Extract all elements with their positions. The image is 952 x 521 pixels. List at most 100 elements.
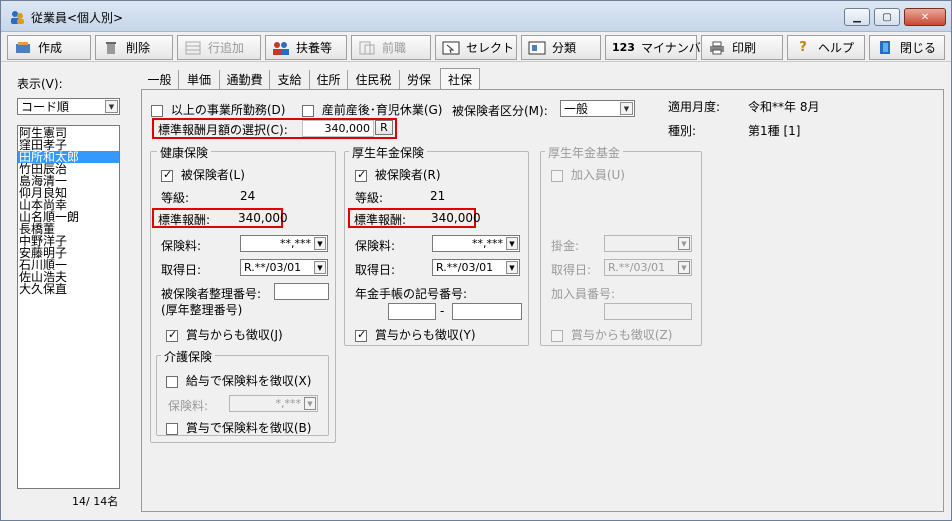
- pension-book-symbol-field[interactable]: [388, 303, 436, 320]
- social-insurance-panel: 以上の事業所勤務(D) 産前産後･育児休業(G) 被保険者区分(M): 一般 ▼…: [141, 89, 944, 512]
- sort-order-select[interactable]: コード順 ▼: [17, 98, 120, 115]
- employee-list-item[interactable]: 大久保直: [18, 283, 119, 295]
- apply-month-label: 適用月度:: [668, 100, 721, 114]
- prev-job-label: 前職: [382, 41, 407, 55]
- create-icon: [14, 40, 32, 56]
- tab-social-insurance[interactable]: 社保: [440, 68, 480, 90]
- create-label: 作成: [38, 41, 63, 55]
- multi-office-label: 以上の事業所勤務(D): [170, 103, 286, 117]
- health-bonus-checkbox[interactable]: [166, 328, 178, 342]
- pension-book-label: 年金手帳の記号番号:: [355, 287, 468, 301]
- pension-title: 厚生年金保険: [349, 144, 428, 161]
- multi-office-checkbox[interactable]: [151, 104, 163, 117]
- dependents-button[interactable]: 扶養等: [265, 35, 347, 60]
- add-row-button[interactable]: 行追加: [177, 35, 261, 60]
- tab-labor-insurance[interactable]: 労保: [400, 70, 438, 89]
- health-insured-checkbox[interactable]: [161, 168, 173, 182]
- fund-title: 厚生年金基金: [545, 144, 624, 161]
- fund-member-no-field[interactable]: [604, 303, 692, 320]
- health-acquired-field[interactable]: R.**/03/01 ▼: [240, 259, 328, 276]
- minimize-button[interactable]: ▁: [844, 8, 870, 26]
- monthly-select-r-button[interactable]: R: [375, 120, 393, 135]
- close-button[interactable]: 閉じる: [869, 35, 945, 60]
- care-salary-wrap[interactable]: 給与で保険料を徴収(X): [166, 372, 311, 389]
- pension-insured-checkbox[interactable]: [355, 168, 367, 182]
- select-button[interactable]: セレクト: [435, 35, 517, 60]
- insured-class-value: 一般: [564, 102, 589, 116]
- pension-std-label: 標準報酬:: [354, 213, 407, 227]
- fund-member-wrap[interactable]: 加入員(U): [551, 166, 625, 183]
- create-button[interactable]: 作成: [7, 35, 91, 60]
- fund-bonus-checkbox[interactable]: [551, 329, 563, 342]
- category-button[interactable]: 分類: [521, 35, 601, 60]
- health-insured-wrap[interactable]: 被保険者(L): [161, 166, 245, 183]
- category-label: 分類: [552, 41, 577, 55]
- type-label: 種別:: [668, 124, 697, 138]
- close-label: 閉じる: [900, 41, 937, 55]
- pension-acquired-value: R.**/03/01: [436, 261, 494, 274]
- multi-office-checkbox-wrap[interactable]: 以上の事業所勤務(D): [151, 101, 285, 118]
- care-bonus-wrap[interactable]: 賞与で保険料を徴収(B): [166, 419, 311, 436]
- monthly-select-field[interactable]: 340,000: [302, 120, 374, 137]
- chevron-down-icon: ▼: [620, 102, 633, 115]
- insured-class-label: 被保険者区分(M):: [452, 104, 548, 118]
- care-salary-checkbox[interactable]: [166, 375, 178, 388]
- pension-acquired-label: 取得日:: [355, 263, 396, 277]
- health-insured-no-field[interactable]: [274, 283, 329, 300]
- prev-job-button[interactable]: 前職: [351, 35, 431, 60]
- tab-unit-price[interactable]: 単価: [179, 70, 220, 89]
- pension-bonus-checkbox[interactable]: [355, 328, 367, 342]
- pension-premium-field[interactable]: **,*** ▼: [432, 235, 520, 252]
- health-insured-label: 被保険者(L): [180, 168, 245, 182]
- fund-member-checkbox[interactable]: [551, 169, 563, 182]
- fund-premium-field[interactable]: ▼: [604, 235, 692, 252]
- mynumber-button[interactable]: 123 マイナンバー: [605, 35, 713, 60]
- pension-bonus-label: 賞与からも徴収(Y): [374, 328, 476, 342]
- pension-grade-value: 21: [430, 189, 446, 203]
- apply-month-value: 令和**年 8月: [748, 100, 820, 114]
- pension-acquired-field[interactable]: R.**/03/01 ▼: [432, 259, 520, 276]
- help-button[interactable]: ? ヘルプ: [787, 35, 865, 60]
- maternity-checkbox-wrap[interactable]: 産前産後･育児休業(G): [302, 101, 443, 118]
- pension-insured-wrap[interactable]: 被保険者(R): [355, 166, 441, 183]
- care-premium-value: *,***: [275, 397, 302, 410]
- tab-commute[interactable]: 通勤費: [220, 70, 270, 89]
- help-icon: ?: [799, 40, 807, 55]
- print-button[interactable]: 印刷: [701, 35, 783, 60]
- pension-book-number-field[interactable]: [452, 303, 522, 320]
- tab-resident-tax[interactable]: 住民税: [348, 70, 400, 89]
- prev-job-icon: [358, 40, 376, 56]
- pension-book-dash: -: [440, 304, 445, 318]
- delete-button[interactable]: 削除: [95, 35, 173, 60]
- tab-payment[interactable]: 支給: [270, 70, 310, 89]
- health-bonus-wrap[interactable]: 賞与からも徴収(J): [166, 326, 283, 343]
- care-premium-field[interactable]: *,*** ▼: [229, 395, 318, 412]
- care-bonus-checkbox[interactable]: [166, 422, 178, 435]
- care-premium-label: 保険料:: [168, 399, 209, 413]
- chevron-down-icon: ▼: [314, 261, 326, 274]
- category-icon: [528, 40, 546, 56]
- delete-label: 削除: [126, 41, 151, 55]
- fund-acquired-label: 取得日:: [551, 263, 592, 277]
- pension-insured-label: 被保険者(R): [374, 168, 441, 182]
- fund-bonus-wrap[interactable]: 賞与からも徴収(Z): [551, 326, 672, 343]
- dependents-label: 扶養等: [296, 41, 333, 55]
- app-icon: [11, 11, 24, 24]
- fund-acquired-field[interactable]: R.**/03/01 ▼: [604, 259, 692, 276]
- title-bar: 従業員<個人別> ▁ ▢ ✕: [1, 1, 951, 32]
- tab-general[interactable]: 一般: [141, 70, 179, 89]
- tab-address[interactable]: 住所: [310, 70, 348, 89]
- people-icon: [272, 40, 290, 56]
- close-window-button[interactable]: ✕: [904, 8, 946, 26]
- insured-class-select[interactable]: 一般 ▼: [560, 100, 635, 117]
- maximize-button[interactable]: ▢: [874, 8, 900, 26]
- chevron-down-icon: ▼: [506, 237, 518, 250]
- maternity-checkbox[interactable]: [302, 104, 314, 117]
- health-premium-field[interactable]: **,*** ▼: [240, 235, 328, 252]
- employee-list[interactable]: 阿生憲司 窪田孝子 田所和太郎 竹田辰治 島海清一 仰月良知 山本尚幸 山名順一朗 長橋董 中野洋…: [17, 125, 120, 489]
- pension-std-value: 340,000: [431, 211, 481, 225]
- health-title: 健康保険: [157, 144, 212, 161]
- employee-window: 従業員<個人別> ▁ ▢ ✕ 作成 削除 行追加 扶養等 前職 セレクト 分類 …: [0, 0, 952, 521]
- pension-bonus-wrap[interactable]: 賞与からも徴収(Y): [355, 326, 476, 343]
- care-bonus-label: 賞与で保険料を徴収(B): [185, 421, 312, 435]
